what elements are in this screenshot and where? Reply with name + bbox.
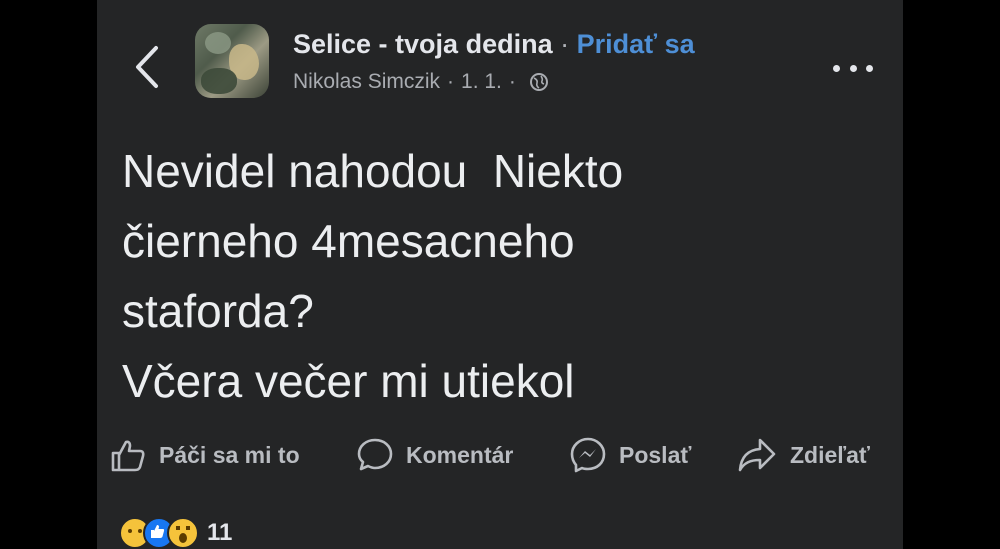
back-button[interactable] [127,44,167,90]
like-button[interactable]: Páči sa mi to [109,432,300,478]
wow-emoji-icon [167,517,199,549]
post-action-bar: Páči sa mi to Komentár Poslať Zdieľať [109,432,899,478]
globe-icon [529,73,548,91]
post-text-line: čierneho 4mesacneho [122,215,575,267]
comment-label: Komentár [406,441,514,468]
post-screen: Selice - tvoja dedina · Pridať sa Nikola… [97,0,903,549]
thumbs-up-icon [111,440,145,472]
meta-separator: · [447,70,455,93]
post-meta: Nikolas Simczik · 1. 1. · [293,70,549,94]
more-options-button[interactable] [833,58,873,78]
group-avatar[interactable] [195,24,269,98]
share-icon [738,438,776,472]
post-text-line: Nevidel nahodou Niekto [122,145,624,197]
header-separator: · [560,29,570,59]
post-date[interactable]: 1. 1. [461,70,502,94]
messenger-icon [570,437,606,473]
chevron-left-icon [136,46,158,88]
send-label: Poslať [619,441,692,468]
like-label: Páči sa mi to [159,441,300,468]
group-name-link[interactable]: Selice - tvoja dedina [293,29,553,59]
post-header-title: Selice - tvoja dedina · Pridať sa [293,29,695,60]
reactions-summary[interactable]: 11 [119,513,232,549]
author-name-link[interactable]: Nikolas Simczik [293,70,440,94]
share-label: Zdieľať [790,441,870,468]
more-dot [866,64,873,72]
send-button[interactable]: Poslať [569,432,691,478]
join-group-button[interactable]: Pridať sa [577,29,695,59]
post-text-line: staforda? [122,285,314,337]
comment-button[interactable]: Komentár [356,432,513,478]
more-dot [833,64,840,72]
comment-icon [357,438,393,471]
meta-separator-2: · [508,70,516,93]
reaction-count: 11 [207,519,233,546]
more-dot [849,64,857,72]
post-text-line: Včera večer mi utiekol [122,355,575,407]
share-button[interactable]: Zdieľať [736,432,870,478]
post-body: Nevidel nahodou Niekto čierneho 4mesacne… [122,136,882,416]
